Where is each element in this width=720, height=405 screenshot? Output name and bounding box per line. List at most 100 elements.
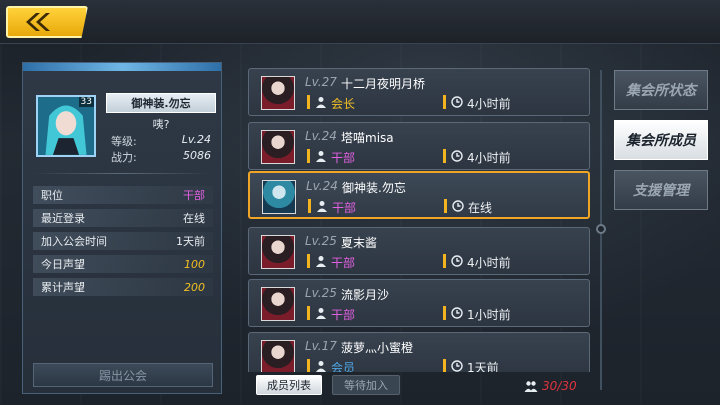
clock-icon [451,360,463,372]
panel-header-strip [23,63,221,71]
clock-icon [451,150,463,162]
double-chevron-left-icon [26,13,50,31]
time-marker [443,95,446,109]
clock-icon [451,96,463,108]
member-row[interactable]: Lv.17 菠萝灬小蜜橙 会员 1天前 [248,332,590,372]
member-level: Lv.27 [305,75,337,89]
power-label: 战力: [111,151,137,164]
level-value: Lv.24 [181,133,211,146]
time-marker [443,149,446,163]
member-rank: 会长 [331,97,356,111]
member-name: 流影月沙 [341,288,390,302]
member-level: Lv.24 [305,129,337,143]
info-row-join-time: 加入公会时间 1天前 [33,232,213,250]
info-value: 100 [184,257,205,271]
member-avatar [261,340,295,372]
tab-support-management[interactable]: 支援管理 [614,170,708,210]
member-detail-panel: 33 御神装.勿忘 咦? 等级: Lv.24 战力: 5086 职位 干部 最近… [22,62,222,394]
info-value: 1天前 [176,235,205,248]
member-name: 菠萝灬小蜜橙 [341,341,414,355]
members-icon [524,381,538,392]
avatar: 33 [36,95,96,157]
member-rank: 干部 [331,308,356,322]
member-last-login: 1小时前 [467,308,511,322]
level-label: 等级: [111,135,137,148]
member-count-value: 30/30 [542,379,577,393]
tab-pending-join[interactable]: 等待加入 [332,375,400,395]
tab-guild-status[interactable]: 集会所状态 [614,70,708,110]
member-row-selected[interactable]: Lv.24 御神装.勿忘 干部 在线 [248,171,590,219]
member-avatar [261,287,295,321]
member-list: Lv.27 十二月夜明月桥 会长 4小时前 Lv.24 塔喵misa 干部 4小… [244,60,594,372]
person-icon [317,201,327,212]
info-value: 200 [184,280,205,294]
rank-marker [307,306,310,320]
member-row[interactable]: Lv.25 夏末酱 干部 4小时前 [248,227,590,275]
guild-tabs: 集会所状态 集会所成员 支援管理 [604,64,708,214]
member-last-login: 在线 [468,201,493,215]
member-signature: 咦? [152,118,170,131]
clock-icon [451,307,463,319]
member-name: 十二月夜明月桥 [341,77,426,91]
member-row[interactable]: Lv.27 十二月夜明月桥 会长 4小时前 [248,68,590,116]
person-icon [316,97,326,108]
rank-marker [308,199,311,213]
divider [33,173,211,174]
list-scroll-handle[interactable] [596,224,606,234]
tab-guild-members[interactable]: 集会所成员 [614,120,708,160]
member-rank: 会员 [331,361,356,372]
member-rank: 干部 [331,256,356,270]
info-label: 今日声望 [41,258,85,271]
info-row-total-reputation: 累计声望 200 [33,278,213,296]
rank-marker [307,254,310,268]
member-level: Lv.25 [305,234,337,248]
member-last-login: 4小时前 [467,256,511,270]
tab-member-list[interactable]: 成员列表 [256,375,322,395]
kick-member-button[interactable]: 踢出公会 [33,363,213,387]
time-marker [443,359,446,372]
info-label: 职位 [41,189,63,202]
top-bar [0,0,720,44]
member-last-login: 1天前 [467,361,499,372]
member-row[interactable]: Lv.25 流影月沙 干部 1小时前 [248,279,590,327]
time-marker [443,254,446,268]
avatar-level-badge: 33 [78,97,94,107]
info-row-position: 职位 干部 [33,186,213,204]
member-count: 30/30 [524,377,577,395]
clock-icon [451,255,463,267]
member-name: 塔喵misa [341,131,394,145]
member-last-login: 4小时前 [467,97,511,111]
member-last-login: 4小时前 [467,151,511,165]
person-icon [316,256,326,267]
person-icon [316,308,326,319]
member-name: 御神装.勿忘 [342,181,406,195]
member-row[interactable]: Lv.24 塔喵misa 干部 4小时前 [248,122,590,170]
power-value: 5086 [183,149,211,162]
member-level: Lv.25 [305,286,337,300]
person-icon [316,151,326,162]
member-avatar [261,130,295,164]
info-value: 在线 [183,212,205,225]
time-marker [444,199,447,213]
member-name-plate: 御神装.勿忘 [106,93,216,113]
member-rank: 干部 [332,201,357,215]
time-marker [443,306,446,320]
member-avatar [262,180,296,214]
info-value: 干部 [183,189,205,202]
member-level: Lv.24 [306,179,338,193]
info-row-last-login: 最近登录 在线 [33,209,213,227]
info-label: 加入公会时间 [41,235,107,248]
info-label: 最近登录 [41,212,85,225]
back-button[interactable] [6,6,88,38]
power-stat: 战力: 5086 [111,149,211,165]
rank-marker [307,95,310,109]
clock-icon [452,200,464,212]
member-avatar [261,235,295,269]
member-name: 夏末酱 [341,236,378,250]
member-avatar [261,76,295,110]
member-level: Lv.17 [305,339,337,353]
member-rank: 干部 [331,151,356,165]
info-label: 累计声望 [41,281,85,294]
info-row-today-reputation: 今日声望 100 [33,255,213,273]
level-stat: 等级: Lv.24 [111,133,211,149]
